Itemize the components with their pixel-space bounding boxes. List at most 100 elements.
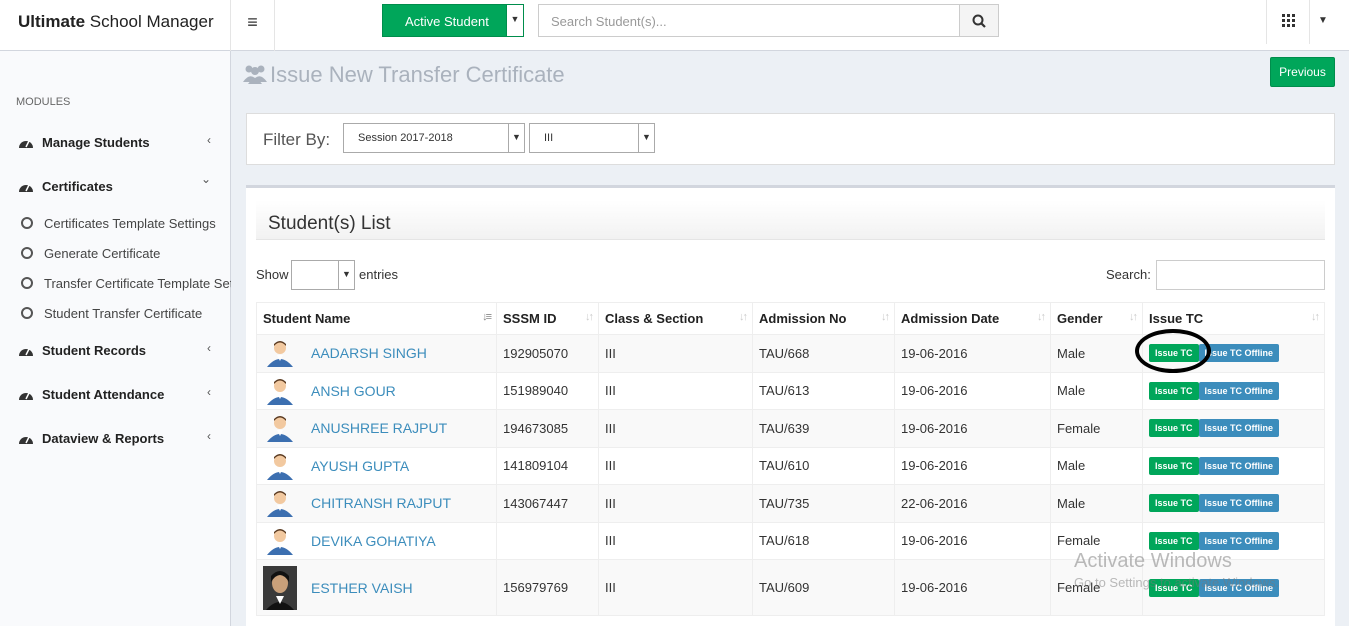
cell-class: III [598, 409, 753, 448]
list-header: Student(s) List [256, 200, 1325, 240]
sidebar-subitem-label: Certificates Template Settings [44, 216, 216, 231]
sidebar-subitem-generate-certificate[interactable]: Generate Certificate [0, 242, 231, 266]
student-avatar-icon [267, 416, 293, 443]
sort-icon[interactable]: ↓↑ [739, 311, 748, 323]
sidebar-subitem-transfer-certificate-template-settings[interactable]: Transfer Certificate Template Settings [0, 272, 231, 296]
chevron-down-icon: ▼ [638, 124, 654, 152]
issue-tc-button[interactable]: Issue TC [1149, 456, 1199, 475]
student-name-link[interactable]: AADARSH SINGH [311, 345, 427, 361]
cell-admission-date: 19-06-2016 [894, 559, 1051, 616]
cell-gender: Male [1050, 334, 1143, 373]
issue-tc-button[interactable]: Issue TC [1149, 494, 1199, 513]
issue-tc-button[interactable]: Issue TC [1149, 419, 1199, 438]
sidebar-item-certificates[interactable]: Certificates ⌄ [0, 172, 231, 202]
class-select[interactable]: III ▼ [529, 123, 655, 153]
sidebar-item-manage-students[interactable]: Manage Students ‹ [0, 128, 231, 158]
entries-select[interactable]: ▼ [291, 260, 355, 290]
cell-sssm-id: 141809104 [496, 446, 599, 485]
sidebar: MODULES Manage Students ‹ Certificates ⌄… [0, 51, 231, 626]
filter-panel: Filter By: Session 2017-2018 ▼ III ▼ [246, 113, 1335, 165]
issue-tc-button[interactable]: Issue TC [1149, 381, 1199, 400]
sort-icon[interactable]: ↓↑ [1129, 311, 1138, 323]
table-row: AYUSH GUPTA 141809104 III TAU/610 19-06-2016… [256, 446, 1325, 485]
student-name-link[interactable]: AYUSH GUPTA [311, 458, 409, 474]
cell-issue-tc: Issue TC Issue TC Offline [1142, 484, 1325, 523]
circle-icon [21, 307, 33, 319]
sort-icon[interactable]: ↓↑ [881, 311, 890, 323]
column-header-admission-date[interactable]: Admission Date ↓↑ [894, 302, 1051, 335]
student-name-link[interactable]: CHITRANSH RAJPUT [311, 495, 451, 511]
issue-tc-offline-button[interactable]: Issue TC Offline [1198, 531, 1280, 550]
issue-tc-button[interactable]: Issue TC [1149, 531, 1199, 550]
column-header-student-name[interactable]: Student Name ↓≡ [256, 302, 497, 335]
column-header-admission-no[interactable]: Admission No ↓↑ [752, 302, 895, 335]
cell-class: III [598, 334, 753, 373]
sidebar-subitem-label: Transfer Certificate Template Settings [44, 276, 231, 291]
chevron-down-icon[interactable]: ▼ [506, 5, 523, 36]
session-select[interactable]: Session 2017-2018 ▼ [343, 123, 525, 153]
cell-admission-no: TAU/609 [752, 559, 895, 616]
issue-tc-offline-button[interactable]: Issue TC Offline [1198, 381, 1280, 400]
cell-student-name: ANSH GOUR [256, 371, 497, 410]
sidebar-item-dataview-reports[interactable]: Dataview & Reports ‹ [0, 424, 231, 454]
column-header-label: Admission Date [901, 311, 1000, 326]
student-name-link[interactable]: ANUSHREE RAJPUT [311, 420, 447, 436]
cell-student-name: AADARSH SINGH [256, 334, 497, 373]
student-search-input[interactable]: Search Student(s)... [538, 4, 960, 37]
user-menu-caret-icon[interactable]: ▼ [1318, 15, 1328, 26]
app-brand[interactable]: Ultimate School Manager [0, 0, 231, 51]
column-header-label: Gender [1057, 311, 1103, 326]
sort-asc-icon[interactable]: ↓≡ [482, 311, 492, 323]
active-student-label: Active Student [405, 14, 489, 29]
dashboard-icon [19, 184, 33, 192]
cell-student-name: ANUSHREE RAJPUT [256, 409, 497, 448]
cell-sssm-id: 143067447 [496, 484, 599, 523]
sidebar-item-label: Dataview & Reports [42, 431, 165, 446]
column-header-gender[interactable]: Gender ↓↑ [1050, 302, 1143, 335]
active-student-button[interactable]: Active Student ▼ [382, 4, 524, 37]
cell-class: III [598, 446, 753, 485]
cell-admission-no: TAU/613 [752, 371, 895, 410]
column-header-class-section[interactable]: Class & Section ↓↑ [598, 302, 753, 335]
issue-tc-offline-button[interactable]: Issue TC Offline [1198, 419, 1280, 438]
sort-icon[interactable]: ↓↑ [1311, 311, 1320, 323]
chevron-left-icon: ‹ [207, 385, 211, 399]
cell-admission-no: TAU/735 [752, 484, 895, 523]
entries-label: entries [359, 267, 399, 282]
cell-sssm-id [496, 521, 599, 560]
previous-button[interactable]: Previous [1270, 57, 1335, 87]
student-avatar-icon [267, 491, 293, 518]
cell-admission-date: 19-06-2016 [894, 371, 1051, 410]
table-search-input[interactable] [1156, 260, 1325, 290]
sidebar-subitem-certificates-template-settings[interactable]: Certificates Template Settings [0, 212, 231, 236]
cell-admission-date: 19-06-2016 [894, 334, 1051, 373]
class-select-value: III [544, 132, 554, 144]
sort-icon[interactable]: ↓↑ [1037, 311, 1046, 323]
brand-bold: Ultimate [18, 12, 86, 31]
cell-issue-tc: Issue TC Issue TC Offline [1142, 446, 1325, 485]
column-header-label: Student Name [263, 311, 351, 326]
issue-tc-offline-button[interactable]: Issue TC Offline [1198, 494, 1280, 513]
chevron-down-icon: ▼ [338, 261, 354, 289]
circle-icon [21, 247, 33, 259]
apps-grid-icon[interactable] [1266, 0, 1310, 44]
student-name-link[interactable]: ANSH GOUR [311, 383, 396, 399]
sidebar-item-label: Certificates [42, 179, 113, 194]
sidebar-item-student-records[interactable]: Student Records ‹ [0, 336, 231, 366]
student-name-link[interactable]: ESTHER VAISH [311, 580, 413, 596]
chevron-left-icon: ‹ [207, 133, 211, 147]
student-name-link[interactable]: DEVIKA GOHATIYA [311, 533, 436, 549]
student-avatar-icon [267, 341, 293, 368]
menu-toggle-icon[interactable]: ≡ [231, 0, 275, 51]
search-icon [972, 14, 986, 28]
sort-icon[interactable]: ↓↑ [585, 311, 594, 323]
sidebar-subitem-student-transfer-certificate[interactable]: Student Transfer Certificate [0, 302, 231, 326]
sidebar-item-student-attendance[interactable]: Student Attendance ‹ [0, 380, 231, 410]
circle-icon [21, 217, 33, 229]
search-button[interactable] [959, 4, 999, 37]
users-icon [243, 65, 267, 84]
issue-tc-offline-button[interactable]: Issue TC Offline [1198, 456, 1280, 475]
cell-student-name: AYUSH GUPTA [256, 446, 497, 485]
column-header-sssm-id[interactable]: SSSM ID ↓↑ [496, 302, 599, 335]
activate-windows-title: Activate Windows [1074, 550, 1232, 572]
